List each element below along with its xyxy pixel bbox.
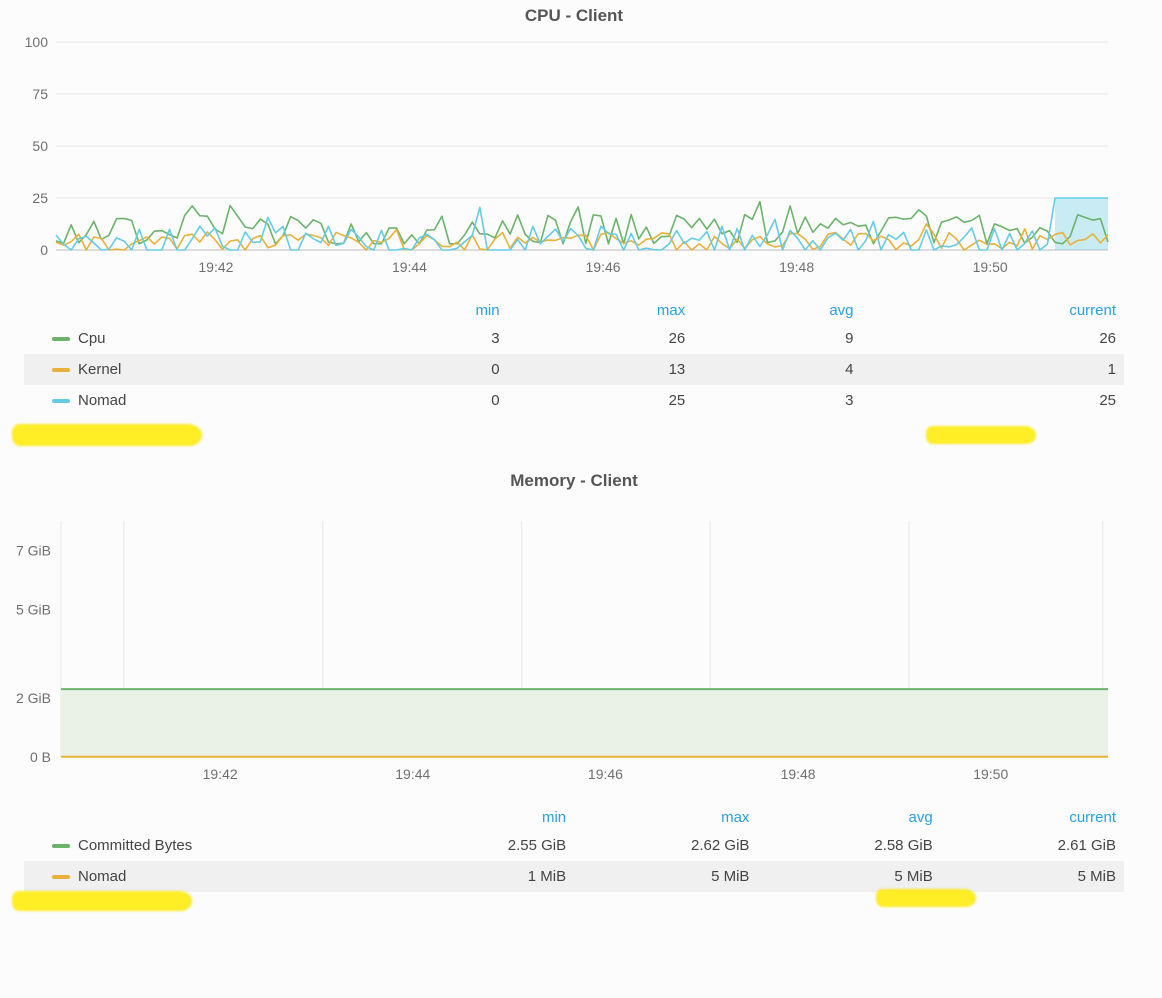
legend-series-name: Nomad xyxy=(70,385,339,416)
legend-max: 26 xyxy=(508,323,694,354)
legend-color-swatch xyxy=(24,323,70,354)
legend-series-name: Cpu xyxy=(70,323,339,354)
mem-col-avg: avg xyxy=(757,805,940,830)
legend-row[interactable]: Committed Bytes2.55 GiB2.62 GiB2.58 GiB2… xyxy=(24,830,1124,861)
svg-text:19:42: 19:42 xyxy=(198,259,233,275)
legend-color-swatch xyxy=(24,830,70,861)
cpu-col-min: min xyxy=(339,298,507,323)
svg-text:19:44: 19:44 xyxy=(395,766,430,782)
svg-text:19:46: 19:46 xyxy=(586,259,621,275)
legend-series-name: Committed Bytes xyxy=(70,830,391,861)
legend-color-swatch xyxy=(24,861,70,892)
legend-series-name: Kernel xyxy=(70,354,339,385)
highlight-mark xyxy=(12,891,192,911)
legend-min: 0 xyxy=(339,354,507,385)
legend-avg: 5 MiB xyxy=(757,861,940,892)
legend-color-swatch xyxy=(24,354,70,385)
memory-legend-table: min max avg current Committed Bytes2.55 … xyxy=(24,805,1124,892)
legend-avg: 4 xyxy=(693,354,861,385)
svg-text:25: 25 xyxy=(32,190,48,206)
svg-text:19:42: 19:42 xyxy=(203,766,238,782)
legend-min: 2.55 GiB xyxy=(391,830,574,861)
legend-min: 1 MiB xyxy=(391,861,574,892)
cpu-chart[interactable]: 0 25 50 75 100 19:42 19:44 19:46 19:48 19:50 xyxy=(6,32,1142,280)
svg-text:19:48: 19:48 xyxy=(781,766,816,782)
legend-current: 2.61 GiB xyxy=(941,830,1124,861)
legend-series-name: Nomad xyxy=(70,861,391,892)
svg-text:0 B: 0 B xyxy=(30,749,51,765)
svg-text:0: 0 xyxy=(40,242,48,258)
svg-text:7 GiB: 7 GiB xyxy=(16,543,51,559)
panel-cpu: CPU - Client 025507510019:4219:4419:4619… xyxy=(6,6,1142,416)
legend-min: 0 xyxy=(339,385,507,416)
chart-title-memory: Memory - Client xyxy=(6,471,1142,491)
memory-chart[interactable]: 0 B 2 GiB 5 GiB 7 GiB 19:42 19:44 19:46 19:48 19… xyxy=(6,497,1142,787)
legend-max: 5 MiB xyxy=(574,861,757,892)
svg-text:19:48: 19:48 xyxy=(779,259,814,275)
svg-text:19:50: 19:50 xyxy=(973,766,1008,782)
svg-text:2 GiB: 2 GiB xyxy=(16,690,51,706)
highlight-mark xyxy=(12,424,202,446)
legend-avg: 2.58 GiB xyxy=(757,830,940,861)
highlight-mark xyxy=(926,426,1036,444)
svg-text:50: 50 xyxy=(32,138,48,154)
cpu-col-current: current xyxy=(862,298,1125,323)
legend-max: 13 xyxy=(508,354,694,385)
cpu-col-max: max xyxy=(508,298,694,323)
svg-text:5 GiB: 5 GiB xyxy=(16,602,51,618)
legend-row[interactable]: Kernel01341 xyxy=(24,354,1124,385)
mem-col-max: max xyxy=(574,805,757,830)
legend-color-swatch xyxy=(24,385,70,416)
svg-text:19:46: 19:46 xyxy=(588,766,623,782)
legend-current: 26 xyxy=(862,323,1125,354)
legend-row[interactable]: Cpu326926 xyxy=(24,323,1124,354)
legend-current: 1 xyxy=(862,354,1125,385)
mem-col-min: min xyxy=(391,805,574,830)
panel-memory: Memory - Client 0 B 2 GiB 5 GiB 7 GiB 19:42 1… xyxy=(6,471,1142,892)
legend-current: 25 xyxy=(862,385,1125,416)
cpu-col-avg: avg xyxy=(693,298,861,323)
legend-row[interactable]: Nomad025325 xyxy=(24,385,1124,416)
legend-row[interactable]: Nomad1 MiB5 MiB5 MiB5 MiB xyxy=(24,861,1124,892)
mem-col-current: current xyxy=(941,805,1124,830)
svg-text:19:44: 19:44 xyxy=(392,259,427,275)
cpu-legend-table: min max avg current Cpu326926Kernel01341… xyxy=(24,298,1124,416)
legend-current: 5 MiB xyxy=(941,861,1124,892)
svg-text:19:50: 19:50 xyxy=(973,259,1008,275)
legend-avg: 3 xyxy=(693,385,861,416)
chart-title-cpu: CPU - Client xyxy=(6,6,1142,26)
legend-avg: 9 xyxy=(693,323,861,354)
svg-text:100: 100 xyxy=(25,34,49,50)
legend-max: 25 xyxy=(508,385,694,416)
legend-max: 2.62 GiB xyxy=(574,830,757,861)
legend-min: 3 xyxy=(339,323,507,354)
svg-text:75: 75 xyxy=(32,86,48,102)
